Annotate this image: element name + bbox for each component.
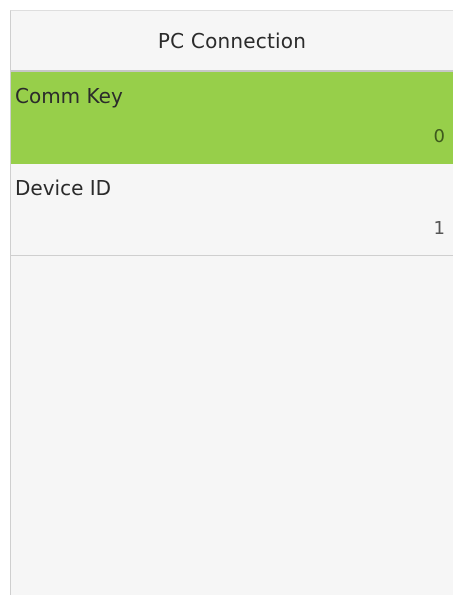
menu-item-label: Comm Key	[15, 84, 123, 108]
menu-item-device-id[interactable]: Device ID 1	[11, 164, 453, 256]
page-title: PC Connection	[157, 28, 307, 53]
menu-item-value: 0	[433, 126, 445, 147]
header-bar: PC Connection	[11, 11, 453, 72]
menu-item-comm-key[interactable]: Comm Key 0	[11, 72, 453, 164]
menu-item-label: Device ID	[15, 176, 112, 200]
menu-item-value: 1	[433, 218, 445, 239]
device-screen: PC Connection Comm Key 0 Device ID 1	[10, 10, 453, 595]
